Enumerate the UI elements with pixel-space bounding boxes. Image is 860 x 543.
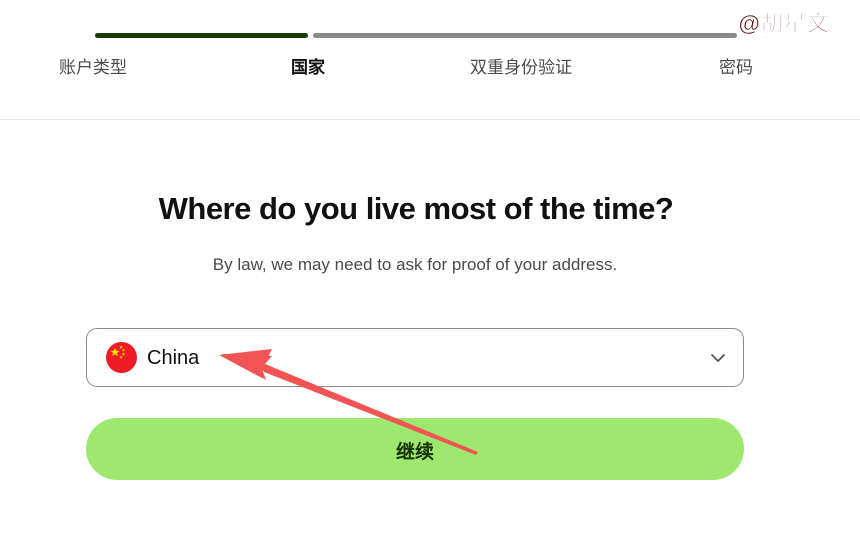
chevron-down-icon[interactable] bbox=[709, 349, 727, 367]
step-two-factor-auth: 双重身份验证 bbox=[470, 58, 572, 77]
step-account-type: 账户类型 bbox=[59, 58, 127, 77]
progress-bar-completed bbox=[95, 33, 308, 38]
step-password: 密码 bbox=[719, 58, 753, 77]
china-flag-icon bbox=[106, 342, 137, 373]
continue-button[interactable]: 继续 bbox=[86, 418, 744, 480]
selected-country: China bbox=[147, 347, 200, 369]
progress-bar bbox=[95, 33, 737, 38]
step-country: 国家 bbox=[291, 58, 325, 77]
watermark: @胡星文 bbox=[738, 11, 830, 37]
country-select[interactable]: China bbox=[86, 328, 744, 387]
page-subtitle: By law, we may need to ask for proof of … bbox=[212, 255, 618, 274]
progress-stepper: 账户类型 国家 双重身份验证 密码 bbox=[0, 0, 860, 120]
page-title: Where do you live most of the time? bbox=[158, 191, 674, 226]
progress-bar-remaining bbox=[313, 33, 737, 38]
